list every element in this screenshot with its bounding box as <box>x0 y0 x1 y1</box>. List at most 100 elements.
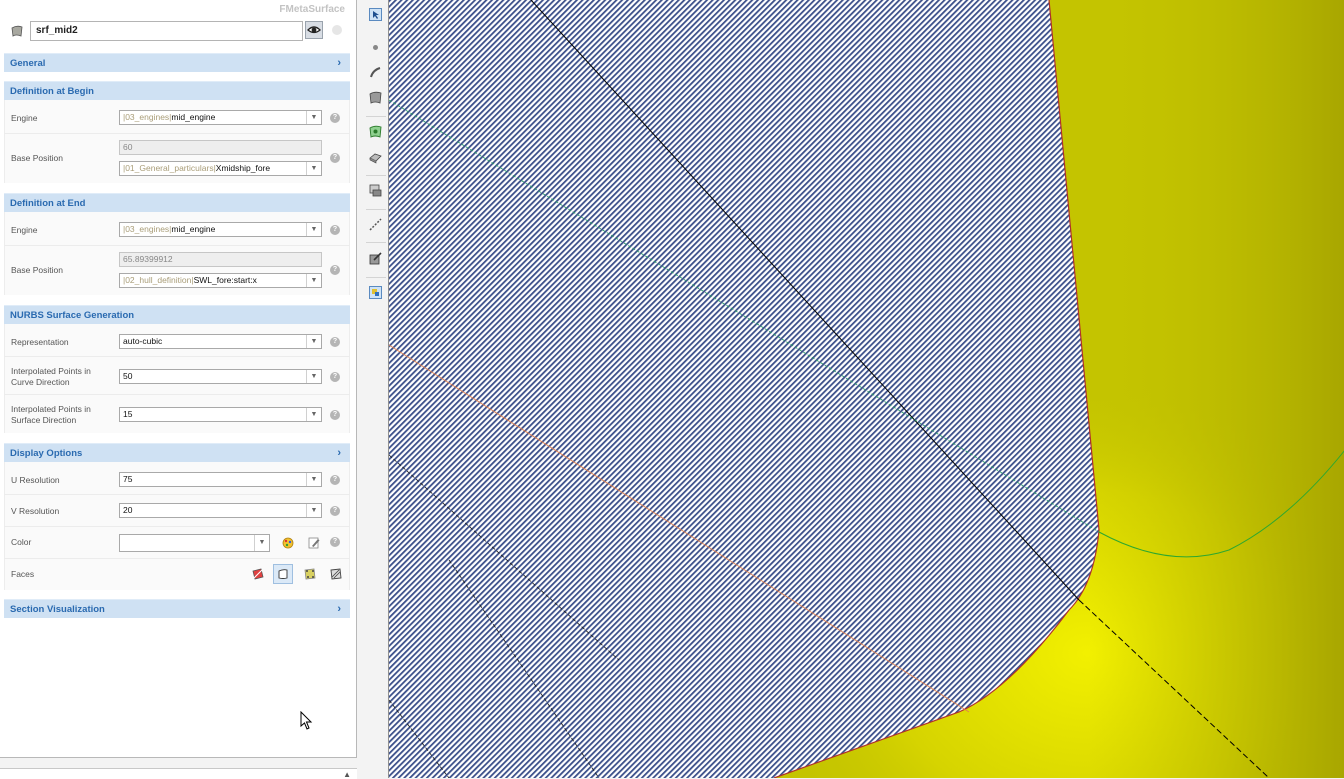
help-icon[interactable]: ? <box>330 537 340 547</box>
row-divider <box>4 356 350 357</box>
help-icon[interactable]: ? <box>330 372 340 382</box>
end-engine-label: Engine <box>11 225 38 235</box>
face-mode-outline-icon <box>278 569 288 579</box>
select-icon[interactable] <box>369 8 382 21</box>
end-base-position-value: SWL_fore:start:x <box>193 275 257 285</box>
begin-base-position-prefix: |01_General_particulars| <box>123 163 216 173</box>
faces-label: Faces <box>11 569 35 579</box>
vertical-toolbar <box>363 0 388 300</box>
section-end-header[interactable]: Definition at End <box>4 193 350 212</box>
help-icon[interactable]: ? <box>330 153 340 163</box>
dropdown-arrow-icon: ▼ <box>306 473 321 486</box>
dimension-icon[interactable] <box>369 218 382 231</box>
visibility-toggle-button[interactable] <box>305 21 323 39</box>
section-nurbs-header[interactable]: NURBS Surface Generation <box>4 305 350 324</box>
help-icon[interactable]: ? <box>330 225 340 235</box>
begin-base-position-dropdown[interactable]: |01_General_particulars|Xmidship_fore ▼ <box>119 161 322 176</box>
help-icon[interactable]: ? <box>330 113 340 123</box>
surface-icon[interactable] <box>369 91 382 104</box>
toolbar-divider <box>366 277 386 278</box>
begin-base-position-label: Base Position <box>11 153 63 163</box>
curve-points-label: Interpolated Points in Curve Direction <box>11 366 91 388</box>
toolbar-divider <box>366 175 386 176</box>
face-mode-hatched-icon[interactable] <box>329 567 343 581</box>
viewport-canvas[interactable] <box>389 0 1344 778</box>
help-icon[interactable]: ? <box>330 506 340 516</box>
v-resolution-dropdown[interactable]: 20 ▼ <box>119 503 322 518</box>
dropdown-arrow-icon: ▼ <box>306 370 321 383</box>
bottom-scroll-bar[interactable]: ▲ <box>0 768 357 779</box>
edit-color-icon[interactable] <box>307 536 321 550</box>
dropdown-arrow-icon: ▼ <box>306 274 321 287</box>
eye-icon <box>307 26 321 34</box>
section-begin-header[interactable]: Definition at Begin <box>4 81 350 100</box>
face-mode-points-icon[interactable] <box>303 567 317 581</box>
end-base-position-numeric: 65.89399912 <box>119 252 322 267</box>
object-name-field[interactable]: srf_mid2 <box>30 21 303 41</box>
section-general-header[interactable]: General › <box>4 53 350 72</box>
end-engine-dropdown[interactable]: |03_engines|mid_engine ▼ <box>119 222 322 237</box>
toolbar-divider <box>366 209 386 210</box>
representation-label: Representation <box>11 337 69 347</box>
section-begin-title: Definition at Begin <box>10 86 94 97</box>
curve-points-label-line2: Curve Direction <box>11 377 70 387</box>
help-icon[interactable]: ? <box>330 265 340 275</box>
color-label: Color <box>11 537 32 547</box>
section-end-title: Definition at End <box>10 198 86 209</box>
curve-icon[interactable] <box>369 66 382 79</box>
begin-engine-dropdown[interactable]: |03_engines|mid_engine ▼ <box>119 110 322 125</box>
v-resolution-value: 20 <box>123 505 133 515</box>
begin-engine-label: Engine <box>11 113 38 123</box>
properties-panel: FMetaSurface srf_mid2 General › Definiti… <box>0 0 357 758</box>
dropdown-arrow-icon: ▼ <box>306 504 321 517</box>
begin-base-position-numeric: 60 <box>119 140 322 155</box>
solid-icon[interactable] <box>369 151 382 164</box>
face-mode-outline-button[interactable] <box>273 564 293 584</box>
u-resolution-dropdown[interactable]: 75 ▼ <box>119 472 322 487</box>
u-resolution-value: 75 <box>123 474 133 484</box>
curve-points-label-line1: Interpolated Points in <box>11 366 91 376</box>
face-mode-shaded-icon[interactable] <box>251 567 265 581</box>
row-divider <box>4 133 350 134</box>
surface-points-label-line2: Surface Direction <box>11 415 77 425</box>
surface-points-dropdown[interactable]: 15 ▼ <box>119 407 322 422</box>
section-visualization-header[interactable]: Section Visualization › <box>4 599 350 618</box>
point-icon[interactable] <box>369 41 382 54</box>
surface-shading <box>1089 0 1344 778</box>
row-divider <box>4 558 350 559</box>
end-engine-prefix: |03_engines| <box>123 224 172 234</box>
end-engine-value: mid_engine <box>171 224 216 234</box>
representation-dropdown[interactable]: auto-cubic ▼ <box>119 334 322 349</box>
section-general-title: General <box>10 58 46 69</box>
section-hatch-area[interactable] <box>389 0 1099 778</box>
row-divider <box>4 526 350 527</box>
row-divider <box>4 394 350 395</box>
section-visualization-title: Section Visualization <box>10 604 105 615</box>
color-dropdown[interactable]: ▼ <box>119 534 270 552</box>
chevron-right-icon: › <box>337 447 341 459</box>
dropdown-arrow-icon: ▼ <box>306 335 321 348</box>
help-icon[interactable]: ? <box>330 410 340 420</box>
help-icon[interactable]: ? <box>330 337 340 347</box>
dropdown-arrow-icon: ▼ <box>306 111 321 124</box>
section-nurbs-title: NURBS Surface Generation <box>10 310 135 321</box>
begin-engine-prefix: |03_engines| <box>123 112 172 122</box>
render-icon[interactable] <box>369 252 382 265</box>
toolbar-divider <box>366 116 386 117</box>
curve-points-value: 50 <box>123 371 133 381</box>
section-display-header[interactable]: Display Options › <box>4 443 350 462</box>
dropdown-arrow-icon: ▼ <box>306 408 321 421</box>
color-picker-icon[interactable] <box>281 536 295 550</box>
end-base-position-dropdown[interactable]: |02_hull_definition|SWL_fore:start:x ▼ <box>119 273 322 288</box>
dropdown-arrow-icon: ▼ <box>306 223 321 236</box>
row-divider <box>4 245 350 246</box>
view-icon[interactable] <box>369 286 382 299</box>
section-display-title: Display Options <box>10 448 83 459</box>
section-icon[interactable] <box>369 184 382 197</box>
curve-points-dropdown[interactable]: 50 ▼ <box>119 369 322 384</box>
3d-viewport[interactable] <box>388 0 1344 778</box>
metasurface-icon[interactable] <box>369 125 382 138</box>
name-help-icon[interactable] <box>332 25 342 35</box>
help-icon[interactable]: ? <box>330 475 340 485</box>
dropdown-arrow-icon: ▼ <box>306 162 321 175</box>
